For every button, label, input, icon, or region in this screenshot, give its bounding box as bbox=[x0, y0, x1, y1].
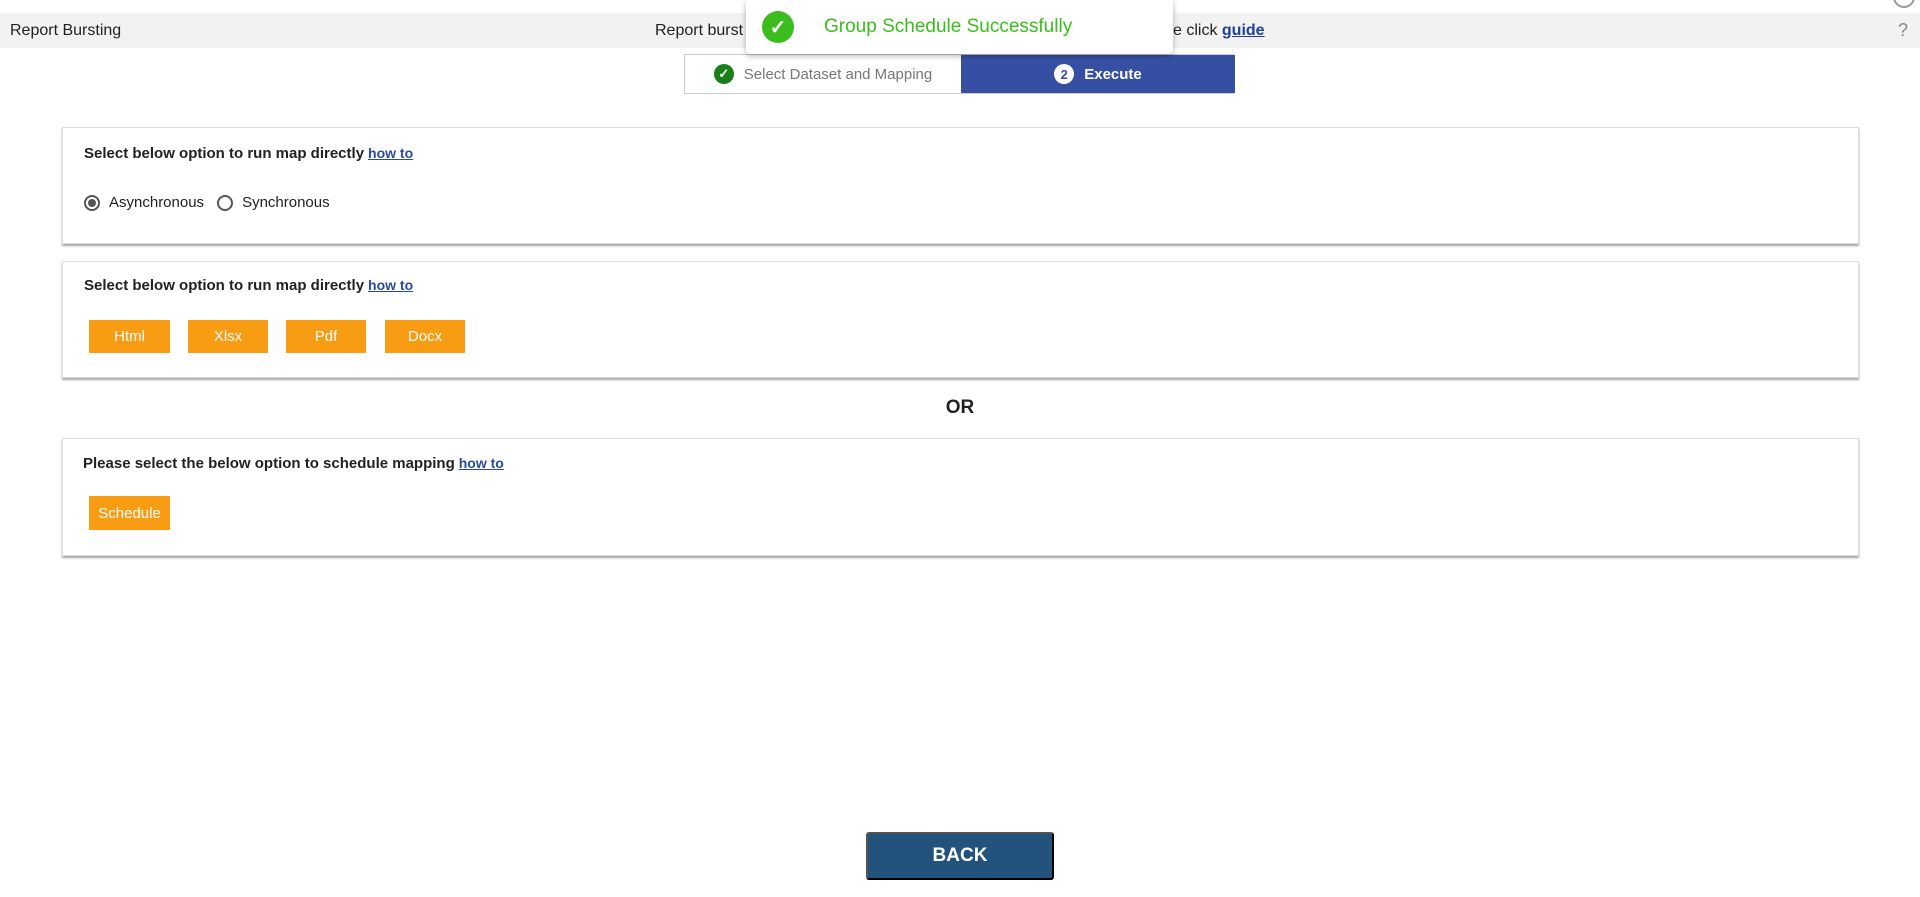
check-circle-icon: ✓ bbox=[762, 11, 794, 43]
step-number: 2 bbox=[1054, 64, 1075, 84]
asynchronous-label[interactable]: Asynchronous bbox=[109, 194, 204, 211]
card-title: Select below option to run map directly h… bbox=[84, 145, 414, 162]
guide-link[interactable]: guide bbox=[1222, 22, 1265, 39]
xlsx-button[interactable]: Xlsx bbox=[188, 320, 268, 353]
header-info-text-end: e click guide bbox=[1173, 22, 1265, 39]
card-title: Select below option to run map directly h… bbox=[84, 277, 414, 294]
schedule-card: Please select the below option to schedu… bbox=[62, 438, 1859, 556]
run-mode-radio-group: Asynchronous Synchronous bbox=[84, 194, 343, 211]
step-select-dataset[interactable]: ✓ Select Dataset and Mapping bbox=[685, 55, 961, 93]
format-card: Select below option to run map directly h… bbox=[62, 261, 1859, 378]
how-to-link[interactable]: how to bbox=[459, 455, 504, 471]
how-to-link[interactable]: how to bbox=[368, 277, 413, 293]
asynchronous-radio[interactable] bbox=[84, 194, 100, 211]
synchronous-radio[interactable] bbox=[217, 194, 234, 211]
help-icon[interactable]: ? bbox=[1898, 13, 1908, 48]
schedule-button[interactable]: Schedule bbox=[89, 496, 170, 530]
settings-icon[interactable] bbox=[1893, 0, 1915, 8]
html-button[interactable]: Html bbox=[89, 320, 170, 353]
app-title: Report Bursting bbox=[10, 22, 122, 39]
success-toast: ✓ Group Schedule Successfully bbox=[746, 0, 1173, 54]
step-label: Select Dataset and Mapping bbox=[743, 65, 933, 83]
back-button[interactable]: BACK bbox=[866, 832, 1054, 880]
synchronous-label[interactable]: Synchronous bbox=[242, 194, 330, 211]
check-icon: ✓ bbox=[713, 64, 734, 84]
docx-button[interactable]: Docx bbox=[385, 320, 465, 353]
or-divider: OR bbox=[945, 397, 975, 418]
how-to-link[interactable]: how to bbox=[368, 145, 413, 161]
card-title: Please select the below option to schedu… bbox=[83, 455, 504, 472]
header-info-text: Report burst bbox=[655, 22, 744, 39]
run-mode-card: Select below option to run map directly h… bbox=[62, 127, 1859, 244]
toast-message: Group Schedule Successfully bbox=[824, 16, 1073, 37]
pdf-button[interactable]: Pdf bbox=[286, 320, 366, 353]
step-execute[interactable]: 2 Execute bbox=[961, 55, 1235, 93]
stepper: ✓ Select Dataset and Mapping 2 Execute bbox=[684, 54, 1235, 94]
step-label: Execute bbox=[1084, 65, 1142, 83]
